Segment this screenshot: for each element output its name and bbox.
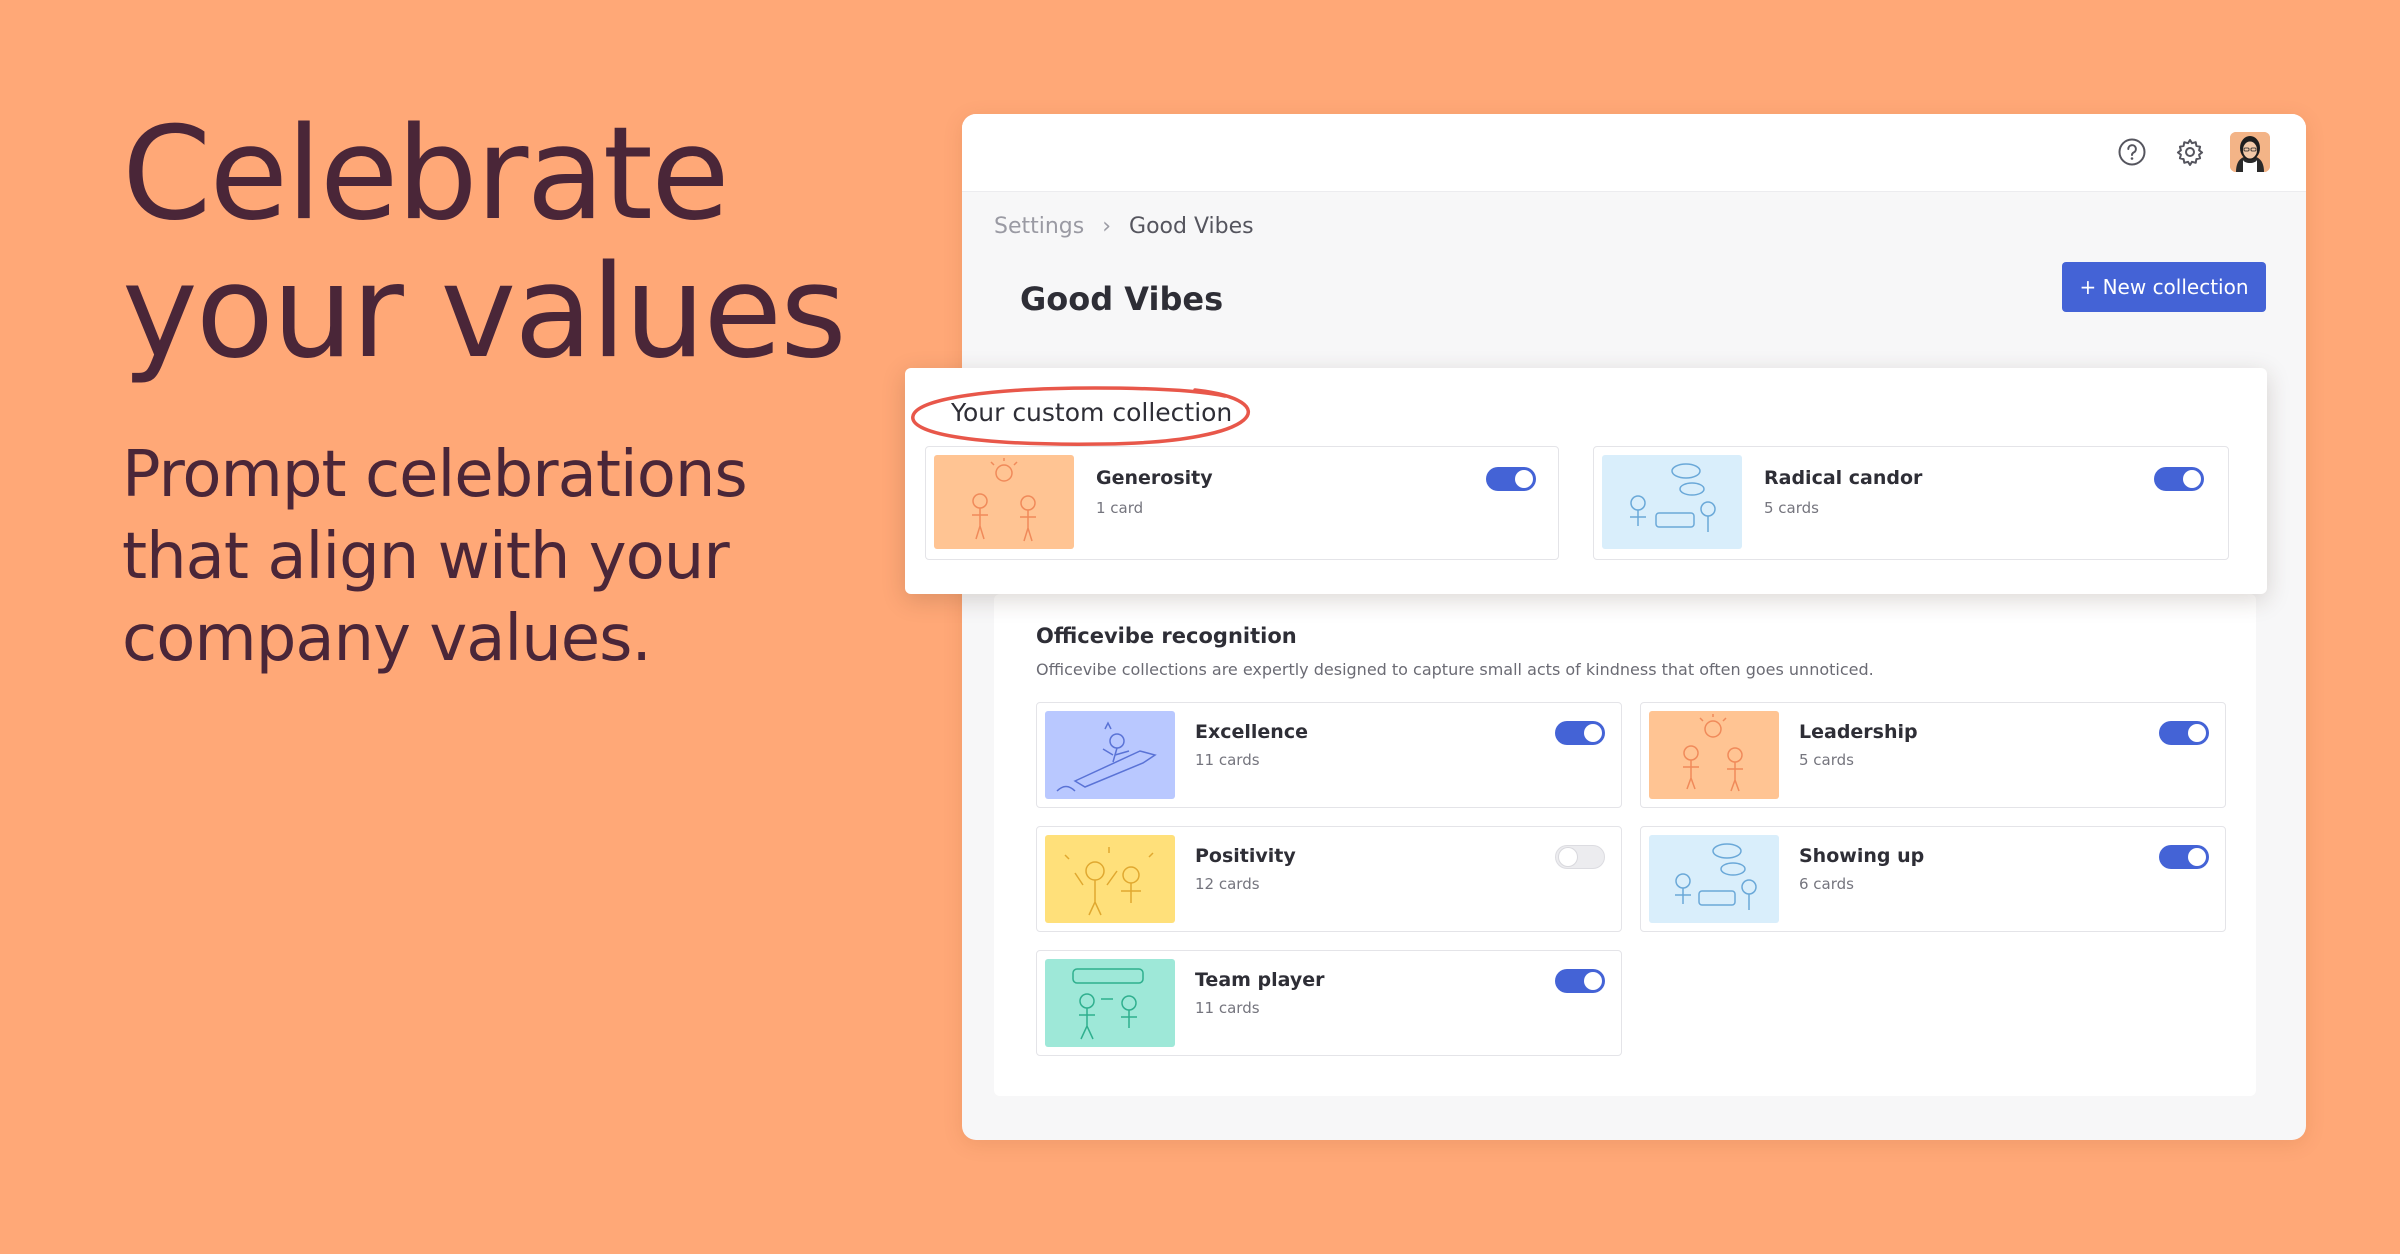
hero-title-line-1: Celebrate [122, 100, 730, 249]
collection-count: 1 card [1096, 499, 1144, 517]
people-sun-illustration-icon [934, 455, 1074, 549]
collection-toggle-excellence[interactable] [1555, 721, 1605, 745]
breadcrumb-settings[interactable]: Settings [994, 214, 1084, 239]
collection-count: 5 cards [1799, 751, 1854, 769]
team-illustration-icon [1045, 959, 1175, 1047]
collection-card-excellence[interactable]: Excellence 11 cards [1036, 702, 1622, 808]
collection-count: 5 cards [1764, 499, 1819, 517]
collection-name: Radical candor [1764, 467, 1923, 489]
officevibe-section: Officevibe recognition Officevibe collec… [994, 594, 2256, 1096]
hero-title-line-2: your values [122, 238, 847, 387]
collection-name: Showing up [1799, 845, 1925, 867]
collection-card-positivity[interactable]: Positivity 12 cards [1036, 826, 1622, 932]
collection-toggle-generosity[interactable] [1486, 467, 1536, 491]
breadcrumb: Settings › Good Vibes [994, 214, 1254, 239]
officevibe-description: Officevibe collections are expertly desi… [1036, 660, 1874, 679]
breadcrumb-separator: › [1102, 214, 1112, 239]
breadcrumb-current: Good Vibes [1129, 214, 1254, 239]
custom-collection-panel: Your custom collection Generosity 1 card… [905, 368, 2267, 594]
collection-name: Team player [1195, 969, 1325, 991]
hero-subtitle-line-1: Prompt celebrations [122, 438, 748, 512]
top-bar [962, 114, 2306, 192]
collection-toggle-leadership[interactable] [2159, 721, 2209, 745]
collection-card-radical-candor[interactable]: Radical candor 5 cards [1593, 446, 2229, 560]
collection-toggle-radical-candor[interactable] [2154, 467, 2204, 491]
collection-toggle-positivity[interactable] [1555, 845, 1605, 869]
collection-card-generosity[interactable]: Generosity 1 card [925, 446, 1559, 560]
collection-toggle-showing-up[interactable] [2159, 845, 2209, 869]
people-sun-illustration-icon [1649, 711, 1779, 799]
collection-name: Excellence [1195, 721, 1308, 743]
new-collection-button[interactable]: + New collection [2062, 262, 2266, 312]
hero-subtitle-line-3: company values. [122, 602, 652, 676]
gear-icon[interactable] [2172, 134, 2208, 170]
rocket-illustration-icon [1045, 711, 1175, 799]
cheer-illustration-icon [1045, 835, 1175, 923]
app-window: Settings › Good Vibes Good Vibes + New c… [962, 114, 2306, 1140]
hero-subtitle-line-2: that align with your [122, 520, 730, 594]
officevibe-title: Officevibe recognition [1036, 624, 1297, 648]
conversation-illustration-icon [1649, 835, 1779, 923]
help-icon[interactable] [2114, 134, 2150, 170]
collection-count: 11 cards [1195, 999, 1260, 1017]
collection-count: 12 cards [1195, 875, 1260, 893]
collection-count: 6 cards [1799, 875, 1854, 893]
collection-name: Generosity [1096, 467, 1213, 489]
hero-subtitle: Prompt celebrations that align with your… [122, 434, 842, 680]
hero-title: Celebrate your values [122, 100, 847, 387]
collection-name: Leadership [1799, 721, 1918, 743]
collection-card-showing-up[interactable]: Showing up 6 cards [1640, 826, 2226, 932]
collection-toggle-team-player[interactable] [1555, 969, 1605, 993]
custom-collection-title: Your custom collection [951, 398, 1233, 427]
conversation-illustration-icon [1602, 455, 1742, 549]
collection-count: 11 cards [1195, 751, 1260, 769]
collection-card-team-player[interactable]: Team player 11 cards [1036, 950, 1622, 1056]
collection-name: Positivity [1195, 845, 1296, 867]
page-title: Good Vibes [1020, 280, 1224, 318]
avatar[interactable] [2230, 132, 2270, 172]
collection-card-leadership[interactable]: Leadership 5 cards [1640, 702, 2226, 808]
